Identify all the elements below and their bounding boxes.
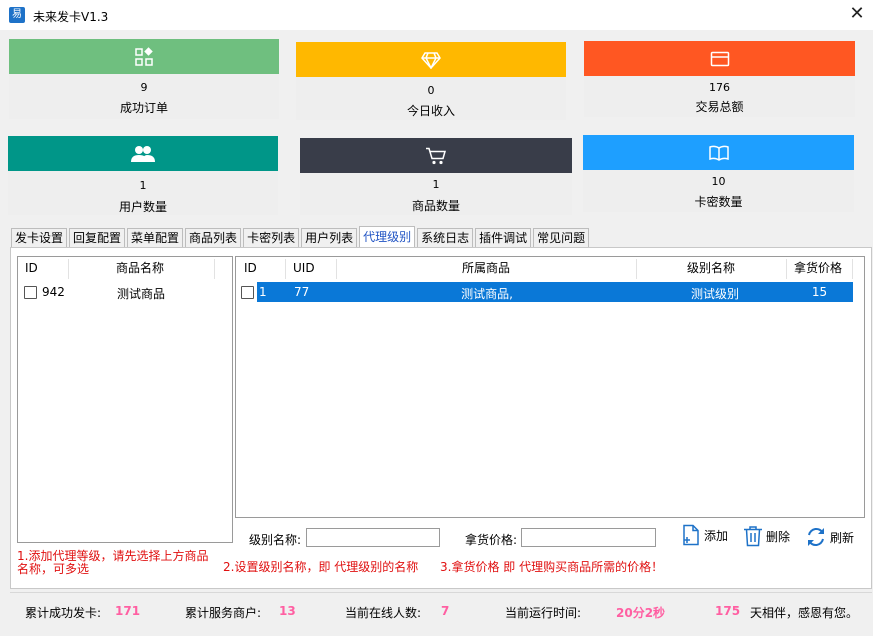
stat-label: 用户数量 — [118, 200, 167, 214]
add-button[interactable]: 添加 — [681, 524, 728, 546]
trash-icon — [744, 526, 762, 547]
tab-system-log[interactable]: 系统日志 — [417, 228, 474, 247]
stat-card-products: 1 商品数量 — [300, 138, 572, 215]
level-list[interactable]: ID UID 所属商品 级别名称 拿货价格 1 77 测试商品, 测试级别 15 — [235, 256, 865, 518]
level-name-input[interactable] — [306, 528, 440, 547]
product-list[interactable]: ID 商品名称 942 测试商品 — [17, 256, 233, 543]
tab-card-settings[interactable]: 发卡设置 — [11, 228, 68, 247]
column-header-product[interactable]: 所属商品 — [462, 257, 510, 279]
stat-value: 9 — [140, 81, 148, 94]
days-value: 175 — [715, 604, 741, 618]
close-button[interactable]: ✕ — [846, 3, 868, 25]
tab-bar: 发卡设置 回复配置 菜单配置 商品列表 卡密列表 用户列表 代理级别 系统日志 … — [11, 226, 591, 247]
grid-icon — [9, 39, 279, 74]
cart-icon — [300, 138, 572, 173]
stat-value: 176 — [709, 81, 730, 94]
stat-card-total: 176 交易总额 — [584, 41, 855, 117]
stat-card-users: 1 用户数量 — [8, 136, 278, 215]
stat-value: 10 — [711, 175, 726, 188]
row-price: 15 — [811, 285, 828, 299]
price-label: 拿货价格: — [465, 533, 518, 547]
row-uid: 77 — [294, 285, 310, 299]
column-header-level-name[interactable]: 级别名称 — [687, 257, 735, 279]
book-icon — [583, 135, 854, 170]
refresh-icon — [808, 527, 824, 547]
column-header-product-name[interactable]: 商品名称 — [116, 257, 164, 279]
level-name-label: 级别名称: — [249, 533, 302, 547]
column-header-id[interactable]: ID — [244, 257, 257, 279]
add-label: 添加 — [704, 528, 729, 543]
users-icon — [8, 136, 278, 171]
stat-card-income: 0 今日收入 — [296, 42, 566, 120]
total-cards-label: 累计成功发卡: — [25, 606, 102, 620]
online-label: 当前在线人数: — [345, 606, 422, 620]
card-icon — [584, 41, 855, 76]
refresh-label: 刷新 — [830, 530, 855, 545]
tab-user-list[interactable]: 用户列表 — [301, 228, 358, 247]
title-bar: 易 未来发卡V1.3 ✕ — [0, 0, 873, 30]
hint-1-line-2: 名称，可多选 — [17, 562, 90, 576]
tab-product-list[interactable]: 商品列表 — [185, 228, 242, 247]
row-product: 测试商品, — [461, 287, 513, 301]
stat-label: 交易总额 — [695, 100, 744, 114]
table-row[interactable]: 1 77 测试商品, 测试级别 15 — [236, 282, 853, 302]
row-id: 942 — [42, 285, 65, 299]
stat-value: 1 — [139, 179, 147, 192]
row-product-name: 测试商品 — [117, 287, 166, 301]
price-input[interactable] — [521, 528, 656, 547]
stat-label: 成功订单 — [119, 101, 168, 115]
tab-cardkey-list[interactable]: 卡密列表 — [243, 228, 300, 247]
column-header-price[interactable]: 拿货价格 — [794, 257, 842, 279]
add-icon — [683, 524, 699, 546]
stat-card-orders: 9 成功订单 — [9, 39, 279, 119]
diamond-icon — [296, 42, 566, 77]
tab-faq[interactable]: 常见问题 — [533, 228, 590, 247]
stat-value: 0 — [427, 84, 435, 97]
tab-plugin-debug[interactable]: 插件调试 — [475, 228, 532, 247]
runtime-label: 当前运行时间: — [505, 606, 582, 620]
delete-button[interactable]: 删除 — [743, 525, 790, 547]
runtime-value: 20分2秒 — [616, 606, 666, 620]
total-cards-value: 171 — [115, 604, 141, 618]
hint-1: 1.添加代理等级，请先选择上方商品 名称，可多选 — [17, 550, 208, 576]
column-separator — [214, 259, 215, 279]
hint-2: 2.设置级别名称，即 代理级别的名称 — [223, 560, 419, 574]
tab-agent-level[interactable]: 代理级别 — [359, 226, 416, 247]
column-separator — [636, 259, 637, 279]
tab-reply-config[interactable]: 回复配置 — [69, 228, 126, 247]
app-icon: 易 — [9, 7, 25, 23]
row-checkbox[interactable] — [241, 286, 254, 299]
status-divider — [10, 592, 872, 593]
window-title: 未来发卡V1.3 — [33, 10, 109, 24]
column-separator — [68, 259, 69, 279]
stat-label: 商品数量 — [411, 199, 460, 213]
column-separator — [336, 259, 337, 279]
merchants-label: 累计服务商户: — [185, 606, 262, 620]
row-level-name: 测试级别 — [690, 287, 739, 301]
merchants-value: 13 — [279, 604, 296, 618]
online-value: 7 — [441, 604, 450, 618]
column-header-id[interactable]: ID — [25, 257, 38, 279]
stat-value: 1 — [432, 178, 440, 191]
row-id: 1 — [259, 285, 267, 299]
column-separator — [852, 259, 853, 279]
delete-label: 删除 — [766, 529, 791, 544]
thanks-text: 天相伴，感恩有您。 — [750, 606, 859, 620]
stat-label: 卡密数量 — [694, 195, 743, 209]
column-header-uid[interactable]: UID — [293, 257, 315, 279]
refresh-button[interactable]: 刷新 — [805, 526, 854, 548]
hint-3: 3.拿货价格 即 代理购买商品所需的价格！ — [440, 560, 664, 574]
stat-card-cardkeys: 10 卡密数量 — [583, 135, 854, 212]
list-item[interactable]: 942 测试商品 — [18, 283, 232, 301]
column-separator — [786, 259, 787, 279]
row-checkbox[interactable] — [24, 286, 37, 299]
column-separator — [285, 259, 286, 279]
tab-menu-config[interactable]: 菜单配置 — [127, 228, 184, 247]
selected-row-highlight: 1 77 测试商品, 测试级别 15 — [257, 282, 853, 302]
stat-label: 今日收入 — [406, 104, 455, 118]
